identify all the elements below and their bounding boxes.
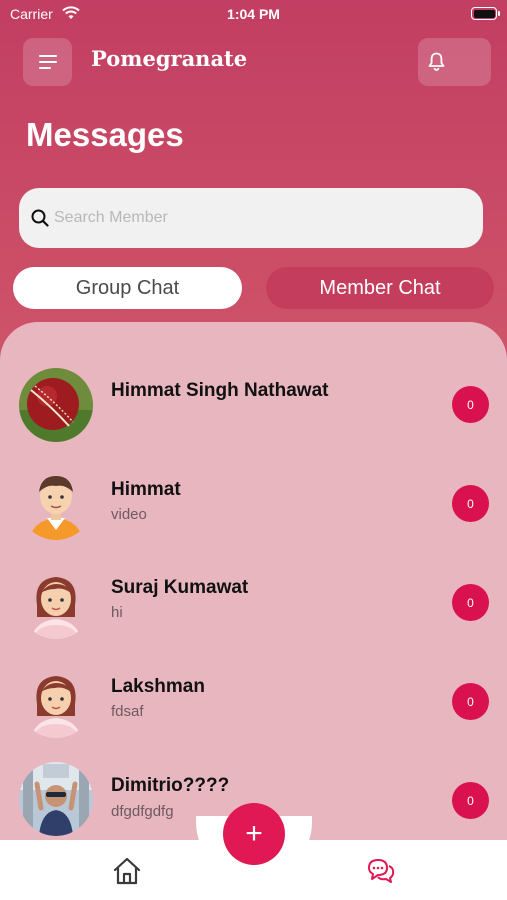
chat-list-item[interactable]: Lakshman fdsaf 0 [0, 664, 507, 763]
status-bar: Carrier 1:04 PM [0, 0, 507, 28]
search-input[interactable] [54, 209, 454, 227]
bell-icon [428, 52, 445, 71]
chat-preview: hi [111, 604, 123, 621]
chat-name: Dimitrio???? [111, 775, 230, 796]
chat-list-item[interactable]: Suraj Kumawat hi 0 [0, 565, 507, 664]
unread-badge: 0 [452, 485, 489, 522]
chat-name: Lakshman [111, 676, 205, 697]
search-bar[interactable] [19, 188, 483, 248]
unread-badge: 0 [452, 683, 489, 720]
chat-list-panel: Himmat Singh Nathawat 0 Himmat video 0 S… [0, 322, 507, 862]
unread-badge: 0 [452, 584, 489, 621]
avatar-girl-cartoon [19, 664, 93, 738]
avatar-boy-cartoon [19, 466, 93, 540]
messages-screen: Carrier 1:04 PM Pomegranate Messages Sea… [0, 0, 507, 900]
chat-name: Himmat [111, 479, 181, 500]
chat-preview: fdsaf [111, 703, 144, 720]
chat-preview: dfgdfgdfg [111, 803, 174, 820]
unread-badge: 0 [452, 782, 489, 819]
unread-badge: 0 [452, 386, 489, 423]
battery-icon [471, 7, 500, 20]
avatar-person-photo [19, 762, 93, 836]
chat-list-item[interactable]: Himmat Singh Nathawat 0 [0, 368, 507, 467]
tab-group-chat[interactable]: Group Chat [13, 267, 242, 309]
new-chat-button[interactable]: + [223, 803, 285, 865]
hamburger-icon [38, 55, 57, 69]
status-time: 1:04 PM [227, 6, 280, 22]
avatar-cricket-ball [19, 368, 93, 442]
chat-bubbles-icon[interactable] [366, 856, 396, 886]
avatar-girl-cartoon [19, 565, 93, 639]
app-title: Pomegranate [91, 46, 248, 71]
menu-button[interactable] [23, 38, 72, 86]
chat-name: Suraj Kumawat [111, 577, 249, 598]
page-title: Messages [26, 116, 184, 153]
tab-member-chat[interactable]: Member Chat [266, 267, 494, 309]
search-icon [31, 209, 49, 227]
home-icon[interactable] [112, 856, 142, 886]
chat-list-item[interactable]: Himmat video 0 [0, 466, 507, 565]
chat-preview: video [111, 506, 147, 523]
notifications-button[interactable] [418, 38, 491, 86]
chat-name: Himmat Singh Nathawat [111, 380, 329, 401]
